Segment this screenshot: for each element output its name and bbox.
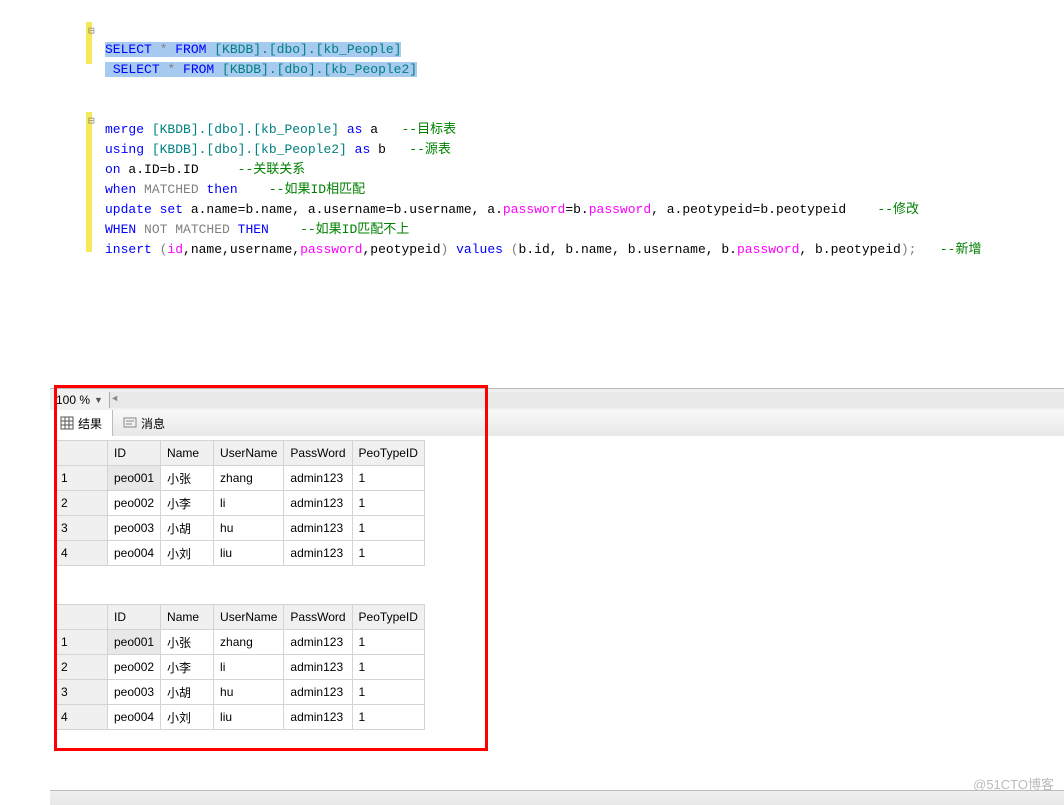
row-header[interactable] xyxy=(55,605,108,630)
row-number[interactable]: 3 xyxy=(55,516,108,541)
cell[interactable]: 小李 xyxy=(161,655,214,680)
table-row[interactable]: 2peo002小李liadmin1231 xyxy=(55,655,425,680)
table-row[interactable]: 3peo003小胡huadmin1231 xyxy=(55,516,425,541)
cell[interactable]: 1 xyxy=(352,680,424,705)
cell[interactable]: liu xyxy=(214,705,284,730)
cell[interactable]: admin123 xyxy=(284,541,352,566)
scroll-left-icon[interactable]: ◄ xyxy=(112,394,117,404)
cell[interactable]: 小张 xyxy=(161,466,214,491)
message-icon xyxy=(123,416,137,430)
cell[interactable]: hu xyxy=(214,680,284,705)
table-row[interactable]: 3peo003小胡huadmin1231 xyxy=(55,680,425,705)
cell[interactable]: 小刘 xyxy=(161,705,214,730)
cell[interactable]: hu xyxy=(214,516,284,541)
results-pane[interactable]: IDNameUserNamePassWordPeoTypeID1peo001小张… xyxy=(50,436,1064,791)
cell[interactable]: 1 xyxy=(352,655,424,680)
result-grid-1[interactable]: IDNameUserNamePassWordPeoTypeID1peo001小张… xyxy=(54,440,425,566)
cell[interactable]: peo002 xyxy=(108,491,161,516)
fold-icon[interactable]: ⊟ xyxy=(88,114,98,132)
row-number[interactable]: 4 xyxy=(55,541,108,566)
cell[interactable]: peo004 xyxy=(108,541,161,566)
cell[interactable]: peo004 xyxy=(108,705,161,730)
code-content: SELECT * FROM [KBDB].[dbo].[kb_People] S… xyxy=(105,0,1064,280)
row-header[interactable] xyxy=(55,441,108,466)
cell[interactable]: zhang xyxy=(214,630,284,655)
column-header[interactable]: PeoTypeID xyxy=(352,441,424,466)
cell[interactable]: admin123 xyxy=(284,655,352,680)
cell[interactable]: 小胡 xyxy=(161,680,214,705)
zoom-control[interactable]: 100 % ▼ xyxy=(50,393,109,407)
cell[interactable]: admin123 xyxy=(284,466,352,491)
cell[interactable]: admin123 xyxy=(284,516,352,541)
table-row[interactable]: 1peo001小张zhangadmin1231 xyxy=(55,466,425,491)
column-header[interactable]: UserName xyxy=(214,441,284,466)
zoom-value: 100 % xyxy=(56,393,90,407)
left-margin xyxy=(0,0,51,805)
row-number[interactable]: 1 xyxy=(55,466,108,491)
column-header[interactable]: Name xyxy=(161,605,214,630)
row-number[interactable]: 3 xyxy=(55,680,108,705)
cell[interactable]: 1 xyxy=(352,516,424,541)
column-header[interactable]: PassWord xyxy=(284,605,352,630)
cell[interactable]: zhang xyxy=(214,466,284,491)
cell[interactable]: admin123 xyxy=(284,705,352,730)
table-row[interactable]: 2peo002小李liadmin1231 xyxy=(55,491,425,516)
cell[interactable]: peo003 xyxy=(108,516,161,541)
tab-messages-label: 消息 xyxy=(141,415,165,432)
cell[interactable]: 小刘 xyxy=(161,541,214,566)
cell[interactable]: peo003 xyxy=(108,680,161,705)
fold-icon[interactable]: ⊟ xyxy=(88,24,98,42)
splitter-bar[interactable]: 100 % ▼ ◄ xyxy=(50,388,1064,412)
cell[interactable]: liu xyxy=(214,541,284,566)
cell[interactable]: 1 xyxy=(352,630,424,655)
tab-results-label: 结果 xyxy=(78,415,102,432)
tab-messages[interactable]: 消息 xyxy=(113,410,175,436)
status-bar xyxy=(50,790,1064,805)
result-grid-2[interactable]: IDNameUserNamePassWordPeoTypeID1peo001小张… xyxy=(54,604,425,730)
column-header[interactable]: UserName xyxy=(214,605,284,630)
cell[interactable]: 1 xyxy=(352,466,424,491)
cell[interactable]: li xyxy=(214,655,284,680)
column-header[interactable]: Name xyxy=(161,441,214,466)
table-row[interactable]: 4peo004小刘liuadmin1231 xyxy=(55,541,425,566)
cell[interactable]: 1 xyxy=(352,705,424,730)
row-number[interactable]: 4 xyxy=(55,705,108,730)
watermark: @51CTO博客 xyxy=(973,774,1054,793)
row-number[interactable]: 2 xyxy=(55,491,108,516)
column-header[interactable]: ID xyxy=(108,441,161,466)
cell[interactable]: admin123 xyxy=(284,630,352,655)
row-number[interactable]: 1 xyxy=(55,630,108,655)
results-tabs: 结果 消息 xyxy=(50,410,1064,437)
chevron-down-icon[interactable]: ▼ xyxy=(94,395,103,405)
table-row[interactable]: 1peo001小张zhangadmin1231 xyxy=(55,630,425,655)
cell[interactable]: admin123 xyxy=(284,680,352,705)
column-header[interactable]: ID xyxy=(108,605,161,630)
cell[interactable]: peo002 xyxy=(108,655,161,680)
column-header[interactable]: PeoTypeID xyxy=(352,605,424,630)
horizontal-scrollbar[interactable]: ◄ xyxy=(109,392,1064,408)
table-row[interactable]: 4peo004小刘liuadmin1231 xyxy=(55,705,425,730)
editor-gutter: ⊟ ⊟ xyxy=(50,0,100,388)
cell[interactable]: peo001 xyxy=(108,630,161,655)
column-header[interactable]: PassWord xyxy=(284,441,352,466)
cell[interactable]: li xyxy=(214,491,284,516)
cell[interactable]: peo001 xyxy=(108,466,161,491)
cell[interactable]: admin123 xyxy=(284,491,352,516)
cell[interactable]: 小张 xyxy=(161,630,214,655)
row-number[interactable]: 2 xyxy=(55,655,108,680)
sql-editor[interactable]: ⊟ ⊟ SELECT * FROM [KBDB].[dbo].[kb_Peopl… xyxy=(50,0,1064,388)
grid-icon xyxy=(60,416,74,430)
cell[interactable]: 1 xyxy=(352,491,424,516)
cell[interactable]: 小胡 xyxy=(161,516,214,541)
cell[interactable]: 小李 xyxy=(161,491,214,516)
tab-results[interactable]: 结果 xyxy=(50,410,113,436)
cell[interactable]: 1 xyxy=(352,541,424,566)
